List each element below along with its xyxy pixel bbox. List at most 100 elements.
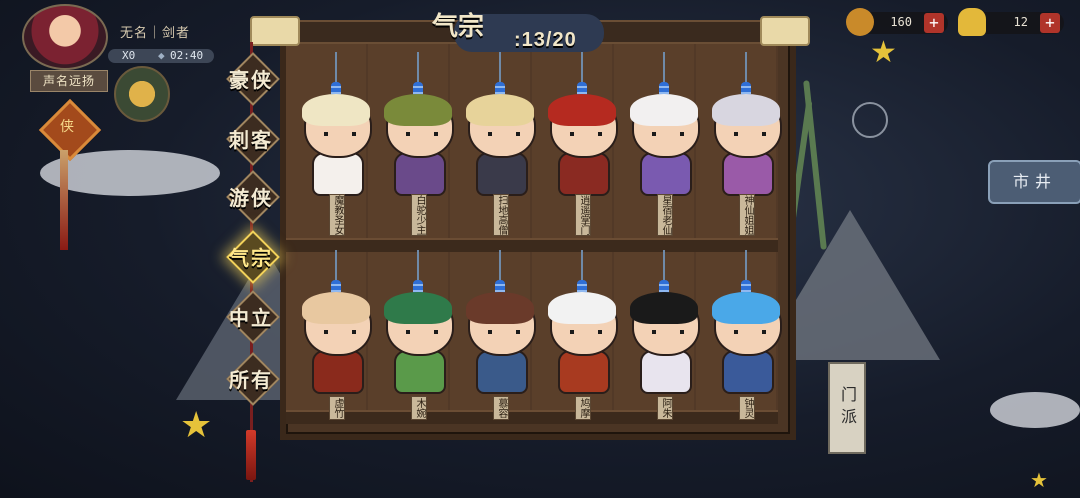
figure-eyes [406, 330, 438, 334]
character-name-tag: 钟灵 [739, 396, 755, 420]
coin-icon [846, 8, 874, 36]
character-figure[interactable]: 扫地高僧 [460, 52, 540, 236]
player-stat-bar: X0 ◆ 02:40 [108, 49, 214, 63]
figure-body [558, 350, 610, 394]
character-figure[interactable]: 白驼少主 [378, 52, 458, 236]
add-gold-button[interactable]: + [1040, 13, 1060, 33]
category-tab-label: 所有 [229, 368, 273, 392]
figure-hair [548, 94, 616, 126]
character-figure[interactable]: 魔教圣女 [296, 52, 376, 236]
character-name-tag: 扫地高僧 [493, 194, 509, 236]
figure-eyes [406, 132, 438, 136]
character-name-tag: 星宿老仙 [657, 194, 673, 236]
character-figure[interactable]: 木婉清 [378, 250, 458, 430]
charm-label: 侠 [60, 119, 74, 135]
character-name-tag: 慕容复 [493, 396, 509, 420]
character-name-tag: 阿朱 [657, 396, 673, 420]
player-avatar[interactable] [22, 4, 108, 70]
category-tab[interactable]: 气宗 [226, 230, 280, 284]
figure-body [312, 350, 364, 394]
figure-eyes [570, 132, 602, 136]
category-tab[interactable]: 中立 [226, 290, 280, 344]
character-name-tag: 逍遥掌门 [575, 194, 591, 236]
figure-eyes [488, 330, 520, 334]
category-title: 气宗 [432, 12, 485, 42]
star-icon: ★ [1030, 468, 1048, 492]
bubble-icon [852, 102, 888, 138]
collection-count: :13/20 [514, 29, 577, 51]
pouch-icon[interactable] [114, 66, 170, 122]
figure-hair [630, 94, 698, 126]
cloud-decor [990, 392, 1080, 428]
category-tab[interactable]: 所有 [226, 352, 280, 406]
stat-timer: 02:40 [170, 49, 204, 62]
player-name: 无名｜剑者 [120, 26, 191, 41]
category-tab-label: 刺客 [229, 128, 273, 152]
character-name-tag: 鸠摩智 [575, 396, 591, 420]
character-figure[interactable]: 钟灵 [706, 250, 786, 430]
character-name-tag: 木婉清 [411, 396, 427, 420]
character-name-tag: 魔教圣女 [329, 194, 345, 236]
category-tab[interactable]: 豪侠 [226, 52, 280, 106]
character-figure[interactable]: 慕容复 [460, 250, 540, 430]
figure-eyes [652, 330, 684, 334]
currency-copper: 160 + [846, 8, 948, 36]
figure-hair [302, 94, 370, 126]
figure-eyes [734, 330, 766, 334]
figure-hair [302, 292, 370, 324]
figure-hair [466, 292, 534, 324]
figure-eyes [570, 330, 602, 334]
category-tab-label: 气宗 [229, 246, 273, 270]
character-name-tag: 白驼少主 [411, 194, 427, 236]
figure-hair [384, 292, 452, 324]
figure-body [640, 152, 692, 196]
figure-hair [630, 292, 698, 324]
rope-tassel [246, 430, 256, 480]
stat-separator-icon: ◆ [158, 49, 165, 62]
figure-body [722, 350, 774, 394]
category-tab-label: 游侠 [229, 186, 273, 210]
figure-body [476, 152, 528, 196]
market-button[interactable]: 市井 [988, 160, 1080, 204]
figure-body [640, 350, 692, 394]
character-figure[interactable]: 阿朱 [624, 250, 704, 430]
stat-left: X0 [122, 49, 136, 62]
character-name-tag: 神仙姐姐 [739, 194, 755, 236]
character-name-tag: 虚竹 [329, 396, 345, 420]
character-figure[interactable]: 神仙姐姐 [706, 52, 786, 236]
character-figure[interactable]: 鸠摩智 [542, 250, 622, 430]
sect-sign[interactable]: 门派 [828, 362, 866, 454]
character-figure[interactable]: 星宿老仙 [624, 52, 704, 236]
star-icon: ★ [180, 405, 213, 446]
figure-eyes [734, 132, 766, 136]
currency-value: 12 [1013, 15, 1028, 29]
currency-value: 160 [890, 15, 912, 29]
figure-eyes [324, 330, 356, 334]
category-tab[interactable]: 游侠 [226, 170, 280, 224]
character-figure[interactable]: 逍遥掌门 [542, 52, 622, 236]
figure-eyes [324, 132, 356, 136]
figure-body [394, 152, 446, 196]
figure-eyes [652, 132, 684, 136]
figure-body [722, 152, 774, 196]
figure-hair [384, 94, 452, 126]
figure-hair [712, 94, 780, 126]
category-tab[interactable]: 刺客 [226, 112, 280, 166]
header-ornament-left [250, 16, 300, 46]
character-figure[interactable]: 虚竹 [296, 250, 376, 430]
charm-tassel [60, 150, 68, 250]
figure-body [394, 350, 446, 394]
figure-body [312, 152, 364, 196]
add-copper-button[interactable]: + [924, 13, 944, 33]
figure-hair [712, 292, 780, 324]
figure-hair [466, 94, 534, 126]
figure-hair [548, 292, 616, 324]
figure-body [558, 152, 610, 196]
star-icon: ★ [870, 35, 897, 70]
figure-body [476, 350, 528, 394]
gold-ingot-icon [958, 8, 986, 36]
category-tab-label: 豪侠 [229, 68, 273, 92]
category-tab-label: 中立 [229, 306, 273, 330]
reputation-button[interactable]: 声名远扬 [30, 70, 108, 92]
header-ornament-right [760, 16, 810, 46]
